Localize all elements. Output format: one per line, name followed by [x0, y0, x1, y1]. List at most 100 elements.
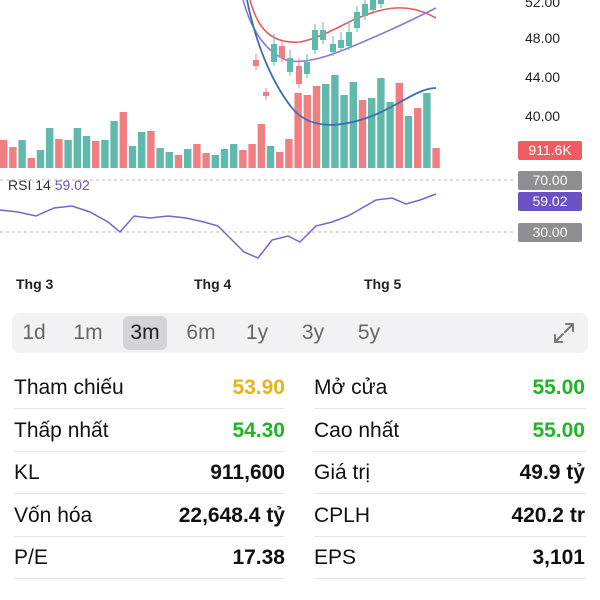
range-button-1d[interactable]: 1d [12, 316, 56, 350]
volume-bar [285, 139, 293, 168]
volume-bar [294, 93, 302, 168]
divider [314, 578, 586, 579]
volume-bar [27, 158, 35, 168]
volume-bar [266, 146, 275, 168]
stat-value: 53.90 [232, 376, 285, 399]
stat-row: Vốn hóa 22,648.4 tỷ CPLH 420.2 tr [14, 494, 590, 537]
stat-row: KL 911,600 Giá trị 49.9 tỷ [14, 451, 590, 494]
volume-bar [322, 84, 330, 168]
candlestick [271, 44, 277, 62]
volume-bar [165, 152, 173, 168]
volume-bar [147, 131, 155, 168]
candlestick [296, 66, 302, 84]
stat-value: 22,648.4 tỷ [178, 504, 285, 527]
stat-value: 55.00 [532, 376, 585, 399]
candlestick [330, 44, 336, 52]
volume-bar [138, 132, 146, 168]
candlestick [304, 62, 310, 74]
volume-bar [239, 150, 247, 168]
candlestick [253, 60, 259, 66]
volume-bar [220, 149, 229, 168]
month-label: Thg 3 [16, 276, 54, 292]
volume-bar [230, 144, 238, 168]
volume-bar [303, 95, 311, 168]
volume-bar [110, 121, 118, 168]
volume-bar [119, 112, 127, 168]
volume-bar [358, 100, 367, 168]
volume-bar [340, 95, 348, 168]
price-axis-label: 48.00 [525, 30, 561, 46]
price-axis-label: 40.00 [525, 108, 561, 124]
volume-bar [414, 108, 422, 168]
stat-value: 911,600 [210, 461, 285, 484]
candlestick [287, 58, 293, 72]
rsi-upper-tag: 70.00 [518, 171, 582, 190]
range-button-1m[interactable]: 1m [66, 316, 110, 350]
candlestick [320, 30, 326, 40]
stat-value: 3,101 [532, 546, 585, 569]
volume-tag: 911.6K [518, 141, 582, 160]
stat-row: P/E 17.38 EPS 3,101 [14, 536, 590, 579]
volume-bar [18, 140, 26, 168]
rsi-lower-tag: 30.00 [518, 223, 582, 242]
candlestick [263, 92, 269, 96]
chart-canvas[interactable] [0, 0, 600, 270]
volume-bar [211, 155, 219, 168]
volume-bar [312, 86, 321, 168]
range-button-3y[interactable]: 3y [291, 316, 335, 350]
volume-bar [55, 139, 63, 168]
volume-bar [423, 93, 431, 168]
range-button-5y[interactable]: 5y [347, 316, 391, 350]
candlestick [346, 32, 352, 46]
volume-bar [82, 136, 91, 168]
volume-bar [46, 128, 54, 168]
volume-bar [101, 140, 109, 168]
range-button-3m[interactable]: 3m [123, 316, 167, 350]
volume-bar [9, 147, 17, 168]
range-button-1y[interactable]: 1y [235, 316, 279, 350]
rsi-legend: RSI 14 59.02 [8, 177, 90, 193]
month-label: Thg 5 [364, 276, 402, 292]
rsi-value: 59.02 [54, 177, 90, 193]
volume-bar [377, 78, 385, 168]
candlestick [378, 0, 384, 4]
divider [14, 578, 285, 579]
volume-bar [248, 144, 256, 168]
candlestick [312, 30, 318, 50]
volume-bar [0, 140, 8, 168]
volume-bar [156, 148, 164, 168]
time-range-selector: 1d 1m 3m 6m 1y 3y 5y [12, 313, 588, 353]
rsi-line [0, 193, 437, 259]
rsi-value-tag: 59.02 [518, 192, 582, 211]
volume-bar [73, 128, 81, 168]
volume-bar [432, 148, 440, 168]
expand-arrows-icon[interactable] [552, 321, 576, 345]
volume-bar [64, 140, 72, 168]
price-axis-label: 44.00 [525, 69, 561, 85]
stat-row: Tham chiếu 53.90 Mở cửa 55.00 [14, 366, 590, 409]
stat-value: 55.00 [532, 419, 585, 442]
price-axis-label: 52.00 [525, 0, 561, 10]
volume-bar [349, 82, 357, 168]
rsi-name: RSI 14 [8, 177, 51, 193]
candlestick [354, 12, 360, 28]
stat-value: 54.30 [232, 419, 285, 442]
price-chart[interactable]: 52.00 48.00 44.00 40.00 911.6K 70.00 59.… [0, 0, 600, 292]
volume-bar [276, 152, 284, 168]
candlestick [362, 4, 368, 16]
stat-value: 49.9 tỷ [519, 461, 585, 484]
volume-bar [368, 98, 376, 168]
candlestick [279, 46, 285, 58]
candlestick [370, 0, 376, 10]
volume-bar [386, 102, 394, 168]
month-label: Thg 4 [194, 276, 232, 292]
candlestick [338, 40, 344, 48]
stat-value: 420.2 tr [511, 504, 585, 527]
range-button-6m[interactable]: 6m [179, 316, 223, 350]
volume-bar [92, 141, 100, 168]
volume-bar [36, 150, 45, 168]
stat-value: 17.38 [232, 546, 285, 569]
volume-bar [128, 146, 137, 168]
volume-bar [184, 149, 192, 168]
volume-bar [395, 83, 403, 168]
